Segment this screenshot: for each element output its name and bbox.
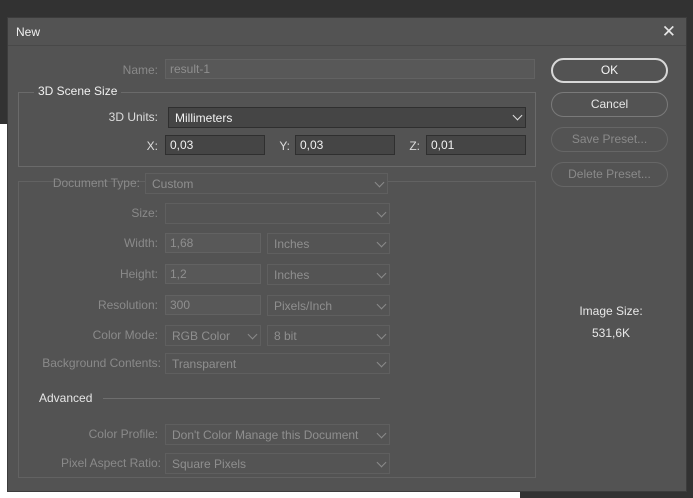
y-label: Y: [279, 139, 290, 153]
x-input[interactable]: 0,03 [165, 135, 265, 155]
image-size-value: 531,6K [591, 326, 631, 340]
document-type-value: Custom [152, 177, 194, 191]
pixel-aspect-ratio-value: Square Pixels [172, 457, 247, 471]
color-profile-label: Color Profile: [88, 427, 158, 441]
title-bar: New ✕ [8, 18, 686, 46]
z-label: Z: [409, 139, 420, 153]
units-value: Millimeters [175, 111, 233, 125]
chevron-down-icon [376, 457, 387, 468]
chevron-down-icon [376, 329, 387, 340]
document-type-label: Document Type: [52, 176, 140, 190]
delete-preset-button[interactable]: Delete Preset... [551, 162, 668, 187]
background-contents-value: Transparent [172, 357, 237, 371]
size-select[interactable] [165, 203, 390, 224]
chevron-down-icon [376, 207, 387, 218]
document-type-select[interactable]: Custom [145, 173, 388, 194]
color-profile-value: Don't Color Manage this Document [172, 428, 359, 442]
image-size-label: Image Size: [579, 304, 643, 318]
save-preset-button[interactable]: Save Preset... [551, 127, 668, 152]
scene-size-title: 3D Scene Size [34, 84, 122, 98]
dialog-title: New [16, 25, 41, 39]
background-contents-label: Background Contents: [42, 356, 161, 370]
height-input[interactable]: 1,2 [165, 264, 261, 284]
width-input[interactable]: 1,68 [165, 233, 261, 253]
advanced-title: Advanced [39, 391, 93, 405]
name-input[interactable]: result-1 [165, 59, 535, 79]
pixel-aspect-ratio-label: Pixel Aspect Ratio: [60, 456, 161, 470]
y-input[interactable]: 0,03 [295, 135, 395, 155]
resolution-input[interactable]: 300 [165, 295, 261, 315]
name-label: Name: [122, 63, 158, 77]
background-contents-select[interactable]: Transparent [165, 353, 390, 374]
width-label: Width: [123, 236, 158, 250]
ok-button[interactable]: OK [551, 58, 668, 83]
units-select[interactable]: Millimeters [168, 107, 526, 128]
height-label: Height: [119, 267, 158, 281]
size-label: Size: [131, 206, 158, 220]
pixel-aspect-ratio-select[interactable]: Square Pixels [165, 453, 390, 474]
scene-size-group [18, 92, 536, 167]
close-icon[interactable]: ✕ [662, 22, 676, 42]
units-label: 3D Units: [108, 110, 158, 124]
bit-depth-select[interactable]: 8 bit [267, 325, 390, 346]
color-mode-label: Color Mode: [92, 328, 158, 342]
width-unit-select[interactable]: Inches [267, 233, 390, 254]
resolution-unit-select[interactable]: Pixels/Inch [267, 295, 390, 316]
chevron-down-icon [376, 268, 387, 279]
x-label: X: [146, 139, 158, 153]
height-unit-select[interactable]: Inches [267, 264, 390, 285]
color-profile-select[interactable]: Don't Color Manage this Document [165, 424, 390, 445]
height-unit-value: Inches [274, 268, 310, 282]
cancel-button[interactable]: Cancel [551, 92, 668, 117]
resolution-label: Resolution: [97, 298, 158, 312]
color-mode-select[interactable]: RGB Color [165, 325, 261, 346]
chevron-down-icon [376, 237, 387, 248]
chevron-down-icon [374, 177, 385, 188]
chevron-down-icon [247, 329, 258, 340]
chevron-down-icon [512, 110, 523, 121]
color-mode-value: RGB Color [172, 329, 231, 343]
advanced-divider [103, 398, 380, 399]
resolution-unit-value: Pixels/Inch [274, 299, 333, 313]
bit-depth-value: 8 bit [274, 329, 297, 343]
chevron-down-icon [376, 428, 387, 439]
width-unit-value: Inches [274, 237, 310, 251]
chevron-down-icon [376, 299, 387, 310]
new-document-dialog: New ✕ Name: result-1 3D Scene Size 3D Un… [7, 17, 687, 492]
z-input[interactable]: 0,01 [426, 135, 526, 155]
chevron-down-icon [376, 357, 387, 368]
